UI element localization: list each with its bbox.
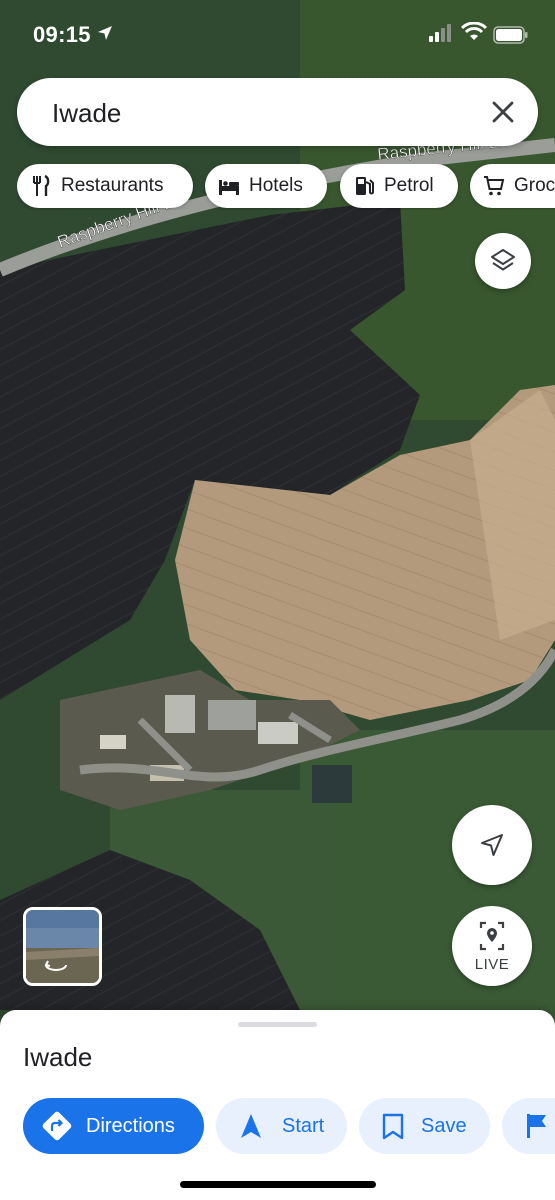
search-query[interactable]: Iwade xyxy=(52,98,121,129)
live-view-icon xyxy=(479,921,505,951)
grocery-cart-icon xyxy=(484,176,505,196)
chip-label: Groc xyxy=(514,175,555,196)
place-title: Iwade xyxy=(23,1042,93,1072)
hotel-icon xyxy=(219,180,239,195)
navigation-icon xyxy=(241,1114,261,1138)
drag-handle[interactable] xyxy=(238,1022,317,1027)
location-arrow-icon xyxy=(98,26,112,40)
close-icon[interactable] xyxy=(490,99,516,125)
save-label: Save xyxy=(421,1114,467,1137)
chip-grocery[interactable]: Groc xyxy=(470,164,555,208)
signal-icon xyxy=(429,24,451,42)
chip-label: Petrol xyxy=(384,175,434,196)
place-bottom-sheet[interactable]: Iwade Directions Start Save xyxy=(0,1010,555,1200)
flag-icon xyxy=(527,1114,546,1138)
restaurant-icon xyxy=(33,174,50,196)
chip-petrol[interactable]: Petrol xyxy=(340,164,458,208)
bookmark-icon xyxy=(382,1113,404,1140)
search-bar[interactable]: Iwade xyxy=(17,78,538,146)
navigation-arrow-icon xyxy=(481,834,503,856)
status-bar: 09:15 xyxy=(0,0,555,70)
wifi-icon xyxy=(461,22,487,40)
petrol-icon xyxy=(356,177,374,195)
flag-button[interactable] xyxy=(502,1098,555,1154)
directions-label: Directions xyxy=(86,1114,175,1137)
start-button[interactable]: Start xyxy=(216,1098,347,1154)
battery-icon xyxy=(493,26,528,44)
status-time: 09:15 xyxy=(33,22,91,47)
home-indicator[interactable] xyxy=(180,1181,376,1188)
layers-button[interactable] xyxy=(475,233,531,289)
category-chips: Restaurants Hotels Petrol Groc xyxy=(17,164,555,210)
directions-icon xyxy=(42,1111,72,1141)
chip-hotels[interactable]: Hotels xyxy=(205,164,327,208)
chip-label: Hotels xyxy=(249,175,303,196)
live-view-button[interactable]: LIVE xyxy=(452,906,532,986)
chip-label: Restaurants xyxy=(61,175,164,196)
action-buttons: Directions Start Save xyxy=(23,1098,555,1154)
start-label: Start xyxy=(282,1114,325,1137)
layers-icon xyxy=(491,249,515,271)
save-button[interactable]: Save xyxy=(359,1098,490,1154)
my-location-button[interactable] xyxy=(452,805,532,885)
chip-restaurants[interactable]: Restaurants xyxy=(17,164,193,208)
live-label: LIVE xyxy=(474,956,510,973)
street-view-thumbnail[interactable] xyxy=(23,907,102,986)
directions-button[interactable]: Directions xyxy=(23,1098,204,1154)
